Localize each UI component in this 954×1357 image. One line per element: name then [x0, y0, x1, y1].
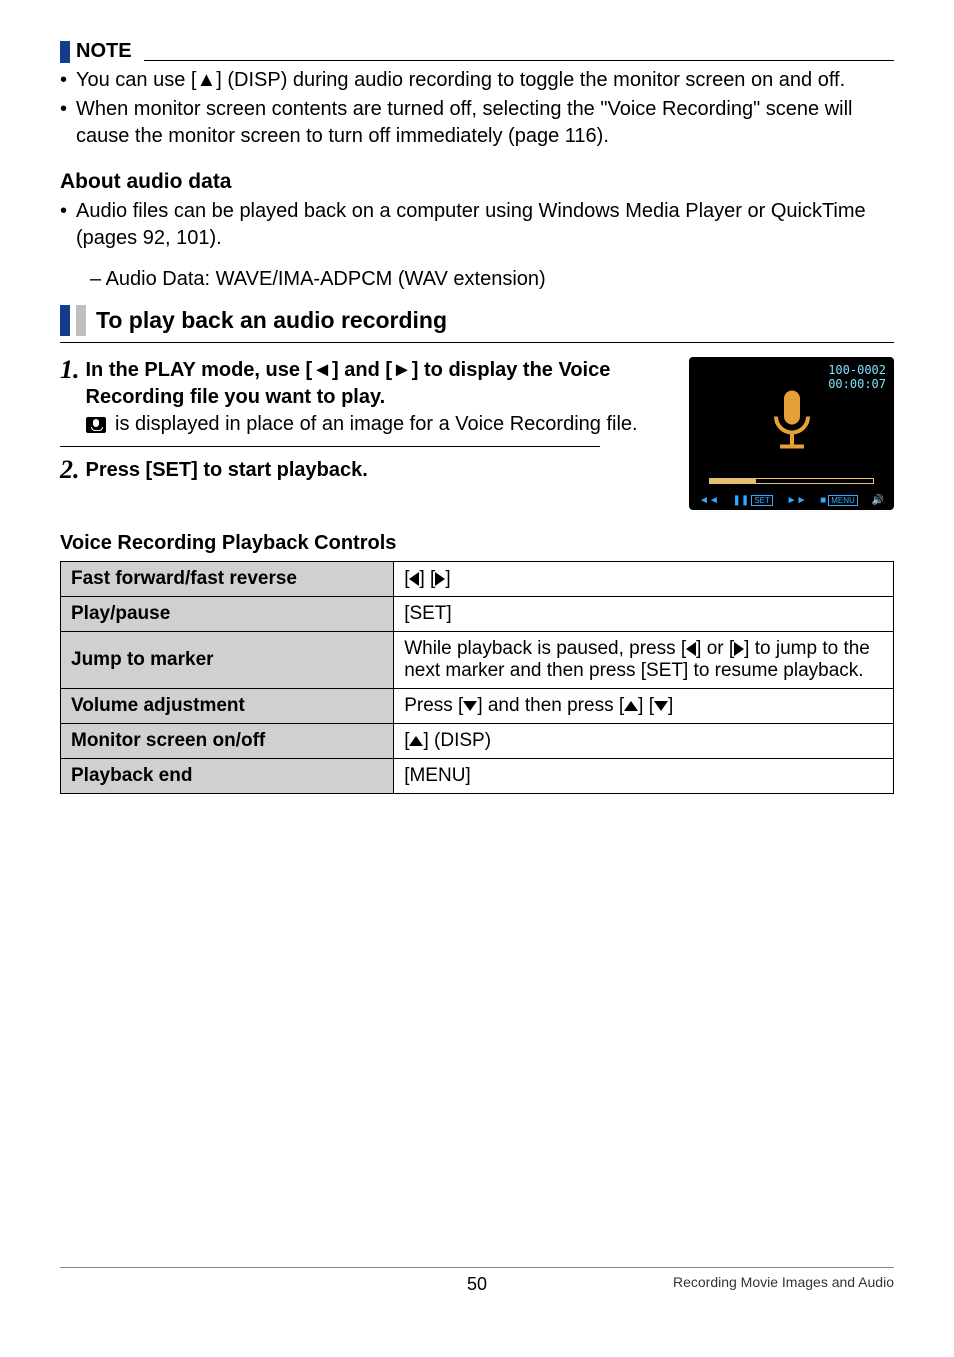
thumb-time: 00:00:07: [828, 377, 886, 391]
control-label: Monitor screen on/off: [61, 724, 394, 759]
procedure-accent-grey: [76, 305, 86, 336]
controls-table: Fast forward/fast reverse [] [] Play/pau…: [60, 561, 894, 794]
page-number: 50: [467, 1274, 487, 1295]
note-rule: [144, 60, 894, 61]
menu-label: MENU: [828, 495, 858, 506]
control-value: [] (DISP): [394, 724, 894, 759]
step-1-desc: is displayed in place of an image for a …: [86, 413, 638, 435]
step-number: 2.: [60, 457, 80, 483]
control-value: [MENU]: [394, 759, 894, 794]
procedure-title: To play back an audio recording: [96, 305, 447, 336]
control-label: Playback end: [61, 759, 394, 794]
step-number: 1.: [60, 357, 80, 383]
step-1-title: In the PLAY mode, use [◄] and [►] to dis…: [86, 359, 611, 408]
step-2: 2. Press [SET] to start playback.: [60, 457, 665, 484]
step-1: 1. In the PLAY mode, use [◄] and [►] to …: [60, 357, 665, 438]
table-row: Volume adjustment Press [] and then pres…: [61, 689, 894, 724]
note-accent-bar: [60, 41, 70, 63]
procedure-accent-blue: [60, 305, 70, 336]
sound-icon: 🔊: [872, 495, 884, 506]
footer-section: Recording Movie Images and Audio: [673, 1274, 894, 1290]
preview-thumbnail: 100-0002 00:00:07 ◄◄ ❚❚ SET ►►: [689, 357, 894, 510]
procedure-header: To play back an audio recording: [60, 305, 894, 336]
set-label: SET: [751, 495, 773, 506]
about-audio-heading: About audio data: [60, 170, 894, 194]
table-row: Fast forward/fast reverse [] []: [61, 562, 894, 597]
pause-icon: ❚❚: [733, 495, 750, 506]
note-item: You can use [▲] (DISP) during audio reco…: [60, 67, 894, 94]
ff-icon: ►►: [787, 495, 807, 506]
control-label: Play/pause: [61, 597, 394, 632]
table-row: Play/pause [SET]: [61, 597, 894, 632]
note-list: You can use [▲] (DISP) during audio reco…: [60, 67, 894, 150]
step-divider: [60, 446, 600, 447]
note-item: When monitor screen contents are turned …: [60, 96, 894, 150]
thumb-info: 100-0002 00:00:07: [828, 363, 886, 391]
note-header: NOTE: [60, 40, 894, 63]
procedure-underline: [60, 342, 894, 343]
thumb-progress: [709, 478, 874, 484]
stop-icon: ■: [820, 495, 826, 506]
control-label: Volume adjustment: [61, 689, 394, 724]
mic-large-icon: [766, 387, 818, 462]
audio-bullets: Audio files can be played back on a comp…: [60, 198, 894, 252]
table-row: Monitor screen on/off [] (DISP): [61, 724, 894, 759]
control-label: Jump to marker: [61, 632, 394, 689]
control-value: While playback is paused, press [] or []…: [394, 632, 894, 689]
note-label: NOTE: [76, 40, 132, 63]
table-row: Playback end [MENU]: [61, 759, 894, 794]
controls-heading: Voice Recording Playback Controls: [60, 532, 894, 555]
thumb-file-number: 100-0002: [828, 363, 886, 377]
control-label: Fast forward/fast reverse: [61, 562, 394, 597]
audio-sub-item: – Audio Data: WAVE/IMA-ADPCM (WAV extens…: [90, 268, 894, 291]
step-2-title: Press [SET] to start playback.: [86, 459, 368, 481]
table-row: Jump to marker While playback is paused,…: [61, 632, 894, 689]
audio-bullet: Audio files can be played back on a comp…: [60, 198, 894, 252]
rewind-icon: ◄◄: [699, 495, 719, 506]
control-value: [SET]: [394, 597, 894, 632]
control-value: Press [] and then press [] []: [394, 689, 894, 724]
control-value: [] []: [394, 562, 894, 597]
page-footer: 50 Recording Movie Images and Audio: [60, 1267, 894, 1290]
mic-icon: [86, 417, 106, 433]
thumb-controls: ◄◄ ❚❚ SET ►► ■ MENU 🔊: [699, 495, 884, 506]
